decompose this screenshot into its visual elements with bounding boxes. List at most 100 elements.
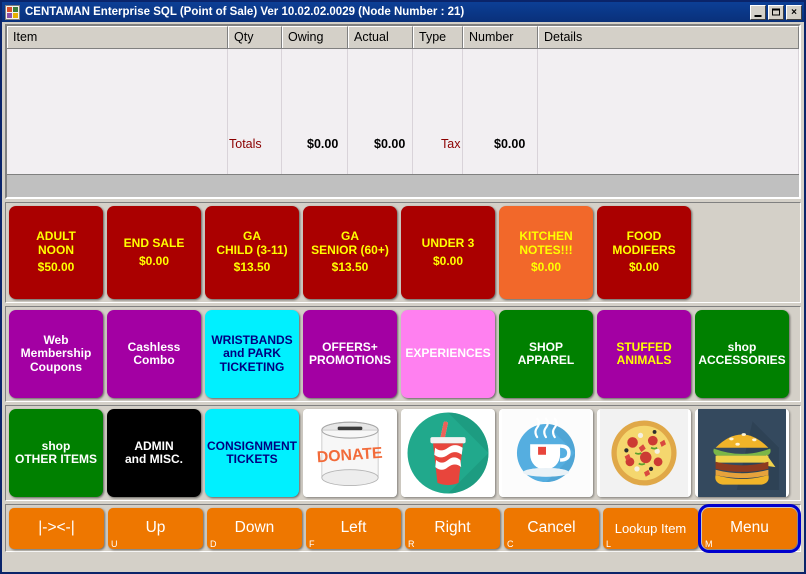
tile-end-sale[interactable]: END SALE $0.00 <box>107 206 201 299</box>
tile-donation-can[interactable]: DONATE <box>303 409 397 497</box>
toolbar-button-label: Lookup Item <box>614 520 687 536</box>
grid-column-header-type[interactable]: Type <box>413 26 463 48</box>
tile-cashless-combo[interactable]: Cashless Combo <box>107 310 201 398</box>
toolbar-button-label: Menu <box>730 519 769 536</box>
burger-image <box>698 409 786 497</box>
tile-amount: $13.50 <box>331 260 369 275</box>
grid-column-header-owing[interactable]: Owing <box>282 26 348 48</box>
grid-footer-bar <box>7 174 799 197</box>
tile-stuffed-animals[interactable]: STUFFED ANIMALS <box>597 310 691 398</box>
application-window: CENTAMAN Enterprise SQL (Point of Sale) … <box>0 0 806 574</box>
tile-label: GA CHILD (3-11) <box>216 229 288 257</box>
window-content: Item Qty Owing Actual Type Number Details Tota… <box>2 22 804 572</box>
tile-panel-row-2: Web Membership Coupons Cashless Combo WRIS… <box>5 306 801 402</box>
toolbar-button-shortcut: L <box>606 538 612 549</box>
title-bar: CENTAMAN Enterprise SQL (Point of Sale) … <box>2 2 804 22</box>
tile-label: ADULT NOON <box>36 229 76 257</box>
bottom-toolbar: |-><-| Up U Down D Left F Right R Cancel C Lookup I… <box>5 503 801 553</box>
tile-food-modifers[interactable]: FOOD MODIFERS $0.00 <box>597 206 691 299</box>
toolbar-button-left[interactable]: Left F <box>306 507 401 549</box>
tile-shop-apparel[interactable]: SHOP APPAREL <box>499 310 593 398</box>
grid-column-header-qty[interactable]: Qty <box>228 26 282 48</box>
grid-column-header-item[interactable]: Item <box>7 26 228 48</box>
tile-experiences[interactable]: EXPERIENCES <box>401 310 495 398</box>
tile-ga-child-3-11[interactable]: GA CHILD (3-11) $13.50 <box>205 206 299 299</box>
tile-admin-and-misc[interactable]: ADMIN and MISC. <box>107 409 201 497</box>
tile-label: CONSIGNMENT TICKETS <box>207 438 297 466</box>
tile-ga-senior-60[interactable]: GA SENIOR (60+) $13.50 <box>303 206 397 299</box>
tile-panel-row-3: shop OTHER ITEMS ADMIN and MISC. CONSIGNME… <box>5 405 801 501</box>
toolbar-button-shortcut: U <box>111 538 118 549</box>
tile-adult-noon[interactable]: ADULT NOON $50.00 <box>9 206 103 299</box>
toolbar-button-menu[interactable]: Menu M <box>698 503 801 553</box>
tile-label: EXPERIENCES <box>405 346 491 361</box>
tile-wristbands-and-park-ticketing[interactable]: WRISTBANDS and PARK TICKETING <box>205 310 299 398</box>
tile-label: GA SENIOR (60+) <box>311 229 389 257</box>
toolbar-button-shortcut: F <box>309 538 315 549</box>
tile-label: END SALE <box>123 236 185 251</box>
tile-label: STUFFED ANIMALS <box>616 339 672 367</box>
tile-amount: $0.00 <box>138 253 170 268</box>
toolbar-button-label: Left <box>340 519 367 536</box>
tile-label: shop ACCESSORIES <box>698 339 786 367</box>
close-button[interactable]: × <box>786 4 802 20</box>
tile-consignment-tickets[interactable]: CONSIGNMENT TICKETS <box>205 409 299 497</box>
tile-kitchen-notes[interactable]: KITCHEN NOTES!!! $0.00 <box>499 206 593 299</box>
tile-pizza[interactable] <box>597 409 691 497</box>
donation-can-image: DONATE <box>306 409 394 497</box>
toolbar-button-shortcut: R <box>408 538 415 549</box>
grid-body[interactable]: Totals $0.00 $0.00 Tax $0.00 <box>7 49 799 174</box>
tile-label: OFFERS+ PROMOTIONS <box>308 339 391 367</box>
toolbar-button-label: Right <box>434 519 471 536</box>
grid-column-header-actual[interactable]: Actual <box>348 26 413 48</box>
toolbar-button-shortcut: D <box>210 538 217 549</box>
tile-label: Cashless Combo <box>127 339 181 367</box>
tile-label: shop OTHER ITEMS <box>14 438 97 466</box>
minimize-button[interactable] <box>750 4 766 20</box>
grid-header-row: Item Qty Owing Actual Type Number Details <box>7 26 799 49</box>
tile-amount: $13.50 <box>233 260 271 275</box>
toolbar-button-up[interactable]: Up U <box>108 507 203 549</box>
grid-column-header-details[interactable]: Details <box>538 26 799 48</box>
tile-amount: $0.00 <box>628 260 660 275</box>
toolbar-button-cancel[interactable]: Cancel C <box>504 507 599 549</box>
pizza-image <box>600 409 688 497</box>
toolbar-button-shortcut: C <box>507 538 514 549</box>
tile-panel-row-1: ADULT NOON $50.00 END SALE $0.00 GA CHILD (3… <box>5 202 801 303</box>
grid-column-header-number[interactable]: Number <box>463 26 538 48</box>
tile-label: WRISTBANDS and PARK TICKETING <box>211 332 293 374</box>
toolbar-button-[interactable]: |-><-| <box>9 507 104 549</box>
tile-web-membership-coupons[interactable]: Web Membership Coupons <box>9 310 103 398</box>
tile-soda-cup[interactable] <box>401 409 495 497</box>
window-controls: × <box>750 4 802 20</box>
tile-label: UNDER 3 <box>421 236 475 251</box>
app-logo-icon <box>5 4 20 20</box>
tile-amount: $50.00 <box>37 260 75 275</box>
transaction-grid[interactable]: Item Qty Owing Actual Type Number Details Tota… <box>5 24 801 199</box>
tile-amount: $0.00 <box>432 253 464 268</box>
tile-label: FOOD MODIFERS <box>612 229 676 257</box>
tile-shop-accessories[interactable]: shop ACCESSORIES <box>695 310 789 398</box>
tile-label: SHOP APPAREL <box>517 339 575 367</box>
toolbar-button-lookup-item[interactable]: Lookup Item L <box>603 507 698 549</box>
toolbar-button-label: Cancel <box>527 519 576 536</box>
tile-tea-cup[interactable] <box>499 409 593 497</box>
tile-label: ADMIN and MISC. <box>124 438 183 466</box>
toolbar-button-label: Down <box>234 519 275 536</box>
tea-cup-image <box>502 409 590 497</box>
tile-label: Web Membership Coupons <box>20 332 92 374</box>
tile-under-3[interactable]: UNDER 3 $0.00 <box>401 206 495 299</box>
window-title: CENTAMAN Enterprise SQL (Point of Sale) … <box>25 6 465 18</box>
tile-burger[interactable] <box>695 409 789 497</box>
toolbar-button-down[interactable]: Down D <box>207 507 302 549</box>
toolbar-button-right[interactable]: Right R <box>405 507 500 549</box>
tile-amount: $0.00 <box>530 260 562 275</box>
soda-cup-image <box>404 409 492 497</box>
toolbar-button-label: Up <box>145 519 166 536</box>
toolbar-button-label: |-><-| <box>38 519 75 536</box>
maximize-button[interactable] <box>768 4 784 20</box>
toolbar-button-shortcut: M <box>705 538 713 549</box>
tile-label: KITCHEN NOTES!!! <box>519 229 573 257</box>
tile-offers-promotions[interactable]: OFFERS+ PROMOTIONS <box>303 310 397 398</box>
tile-shop-other-items[interactable]: shop OTHER ITEMS <box>9 409 103 497</box>
